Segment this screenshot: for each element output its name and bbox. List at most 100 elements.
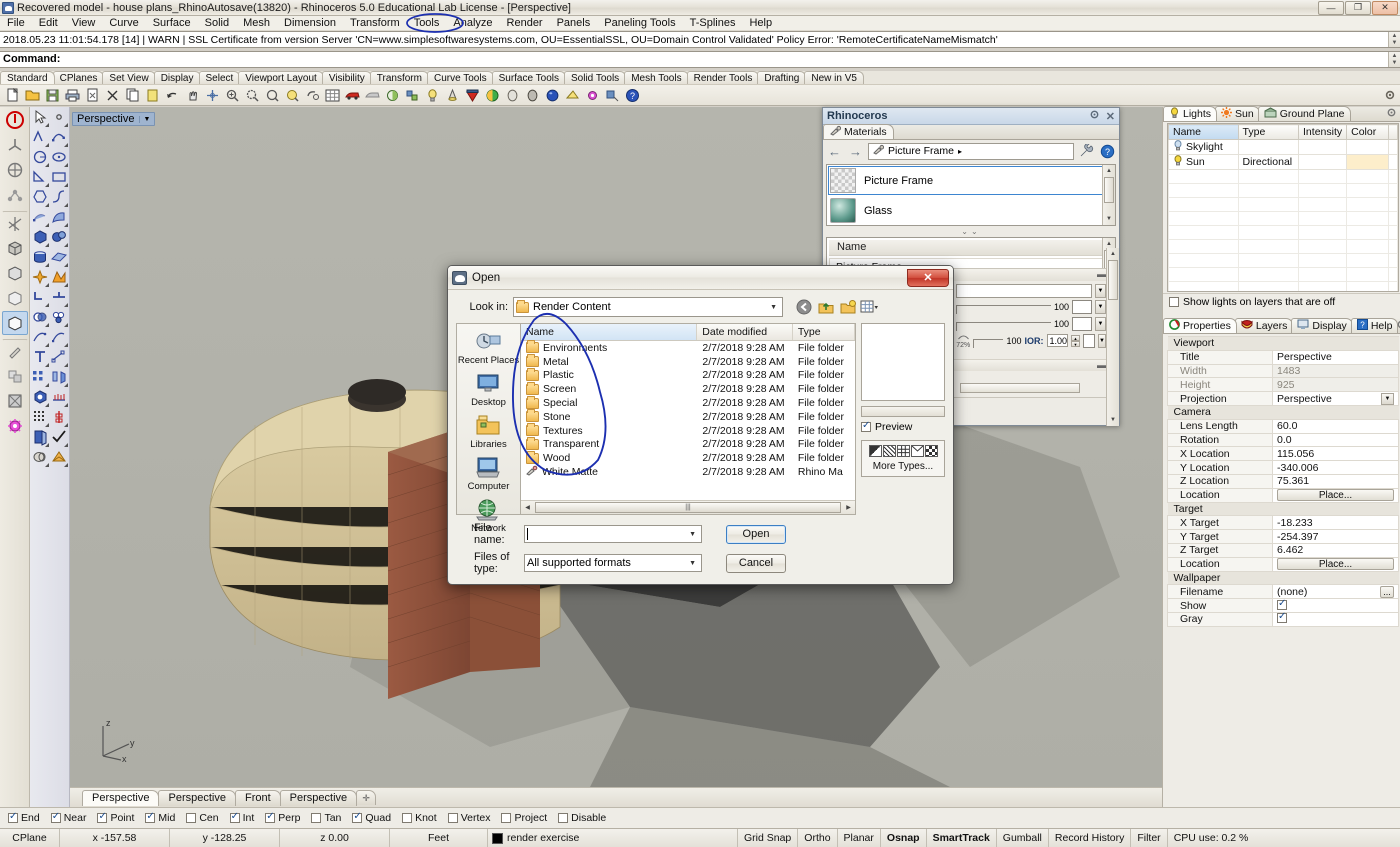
material-red-icon[interactable] <box>463 86 482 105</box>
lights-column-color[interactable]: Color <box>1346 124 1389 140</box>
menu-item-transform[interactable]: Transform <box>343 16 407 31</box>
cplane-origin-icon[interactable] <box>2 133 28 157</box>
toolbar-tab-surface-tools[interactable]: Surface Tools <box>491 71 566 84</box>
menu-item-paneling-tools[interactable]: Paneling Tools <box>597 16 682 31</box>
cut-paste-icon[interactable] <box>83 86 102 105</box>
materials-panel-close-icon[interactable]: ✕ <box>1106 110 1115 123</box>
property-value-cell[interactable]: ▼ Perspective <box>1272 391 1399 406</box>
block-instance-icon[interactable] <box>30 388 49 407</box>
osnap-checkbox[interactable] <box>265 811 276 823</box>
file-list-hscrollbar[interactable]: ◀ ||| ▶ <box>521 500 855 514</box>
place-libraries[interactable]: Libraries <box>457 414 520 450</box>
property-row[interactable]: Rotation 0.0 <box>1167 432 1399 448</box>
osnap-checkbox[interactable] <box>558 813 569 823</box>
material-list-item[interactable]: Glass <box>828 196 1114 225</box>
menu-item-analyze[interactable]: Analyze <box>446 16 499 31</box>
open-file-dialog[interactable]: Open ✕ Look in: Render Content ▼ Recent … <box>447 265 954 585</box>
environment-icon[interactable] <box>563 86 582 105</box>
transparency-rail[interactable] <box>973 339 1004 348</box>
filetype-chevron-down-icon[interactable]: ▼ <box>689 560 699 567</box>
type-icon-checker[interactable] <box>924 445 938 457</box>
materials-forward-icon[interactable]: → <box>847 143 864 160</box>
shade-icon[interactable] <box>383 86 402 105</box>
file-name-cell[interactable]: Special <box>521 395 697 409</box>
property-value-cell[interactable]: -254.397 <box>1272 529 1399 544</box>
zoom-selected-icon[interactable] <box>283 86 302 105</box>
light-name-cell[interactable]: Skylight <box>1168 139 1239 155</box>
toolbar-tab-new-in-v5[interactable]: New in V5 <box>804 71 864 84</box>
osnap-perp[interactable]: Perp <box>265 811 300 824</box>
new-folder-icon[interactable] <box>838 298 857 317</box>
status-toggle-ortho[interactable]: Ortho <box>798 829 838 847</box>
menu-item-render[interactable]: Render <box>500 16 550 31</box>
mesh-from-surface-icon[interactable] <box>49 448 68 467</box>
toolbar-tab-render-tools[interactable]: Render Tools <box>686 71 760 84</box>
material-list-item[interactable]: Picture Frame <box>828 166 1114 195</box>
file-row[interactable]: Environments 2/7/2018 9:28 AM File folder <box>521 340 855 355</box>
zoom-window-icon[interactable] <box>263 86 282 105</box>
browse-button[interactable]: ... <box>1380 585 1394 598</box>
tab-ground-plane[interactable]: Ground Plane <box>1257 106 1351 121</box>
view-shaded-icon[interactable] <box>2 236 28 260</box>
property-row[interactable]: Lens Length 60.0 <box>1167 418 1399 434</box>
file-name-cell[interactable]: Plastic <box>521 367 697 381</box>
osnap-cen[interactable]: Cen <box>186 812 219 824</box>
file-row[interactable]: Transparent 2/7/2018 9:28 AM File folder <box>521 436 855 452</box>
property-value-cell[interactable]: 60.0 <box>1272 418 1399 434</box>
cylinder-icon[interactable] <box>30 248 49 267</box>
file-name-cell[interactable]: Environments <box>521 340 697 354</box>
menu-item-t-splines[interactable]: T-Splines <box>683 16 743 31</box>
command-stop-icon[interactable] <box>2 108 28 132</box>
scroll-thumb[interactable]: ||| <box>535 502 841 513</box>
mirror-icon[interactable] <box>49 368 68 387</box>
new-file-icon[interactable] <box>3 86 22 105</box>
up-folder-icon[interactable] <box>816 298 835 317</box>
file-row[interactable]: Plastic 2/7/2018 9:28 AM File folder <box>521 367 855 383</box>
slider-2-dropdown-icon[interactable]: ▼ <box>1095 316 1106 331</box>
toolbar-tab-mesh-tools[interactable]: Mesh Tools <box>624 71 689 84</box>
grid-icon[interactable] <box>323 86 342 105</box>
status-toggle-gumball[interactable]: Gumball <box>997 829 1049 847</box>
point-icon[interactable] <box>49 108 68 127</box>
filename-input[interactable]: ▼ <box>524 525 702 543</box>
polyline-icon[interactable] <box>30 128 49 147</box>
slider-1-color-swatch[interactable] <box>1072 299 1092 314</box>
materials-splitter-grip[interactable]: ⌄⌄ <box>823 228 1119 237</box>
file-name-cell[interactable]: Textures <box>521 423 697 437</box>
osnap-mid[interactable]: Mid <box>145 811 175 824</box>
column-header-type[interactable]: Type <box>793 324 855 340</box>
osnap-checkbox[interactable] <box>447 813 458 823</box>
preview-checkbox[interactable] <box>861 420 871 432</box>
menu-item-edit[interactable]: Edit <box>32 16 65 31</box>
osnap-checkbox[interactable] <box>229 811 240 823</box>
properties-panel-gear-icon[interactable] <box>1396 319 1400 333</box>
open-dialog-close-button[interactable]: ✕ <box>907 268 949 287</box>
property-value-cell[interactable]: -18.233 <box>1272 515 1399 531</box>
file-row[interactable]: Stone 2/7/2018 9:28 AM File folder <box>521 409 855 424</box>
type-icon-solid[interactable] <box>868 445 882 457</box>
status-z-coordinate[interactable]: z 0.00 <box>280 829 390 847</box>
toolbar-tab-select[interactable]: Select <box>198 71 241 84</box>
polygon-icon[interactable] <box>30 188 49 207</box>
view-ghosted-icon[interactable] <box>2 286 28 310</box>
chevron-down-icon[interactable]: ▼ <box>770 304 780 311</box>
toolbar-tab-standard[interactable]: Standard <box>0 71 55 84</box>
rotate-view-icon[interactable] <box>303 86 322 105</box>
spinner-down-icon[interactable]: ▼ <box>1071 340 1081 347</box>
revolve-icon[interactable] <box>49 208 68 227</box>
property-value-cell[interactable]: 6.462 <box>1272 542 1399 558</box>
curve-blend-icon[interactable] <box>49 188 68 207</box>
close-button[interactable]: ✕ <box>1372 0 1398 15</box>
slider-rail[interactable] <box>956 322 1051 331</box>
menu-item-tools[interactable]: Tools <box>407 16 447 31</box>
scroll-left-icon[interactable]: ◀ <box>521 504 534 511</box>
sphere-icon[interactable] <box>49 228 68 247</box>
osnap-point[interactable]: Point <box>97 811 134 824</box>
tab-lights[interactable]: Lights <box>1163 106 1218 121</box>
circle-icon[interactable] <box>30 148 49 167</box>
fillet-icon[interactable] <box>30 288 49 307</box>
property-row[interactable]: Projection ▼ Perspective <box>1167 391 1399 406</box>
render-gear-icon[interactable] <box>2 414 28 438</box>
property-value-cell[interactable]: Place... <box>1272 487 1399 503</box>
picture-frame-icon[interactable] <box>2 389 28 413</box>
